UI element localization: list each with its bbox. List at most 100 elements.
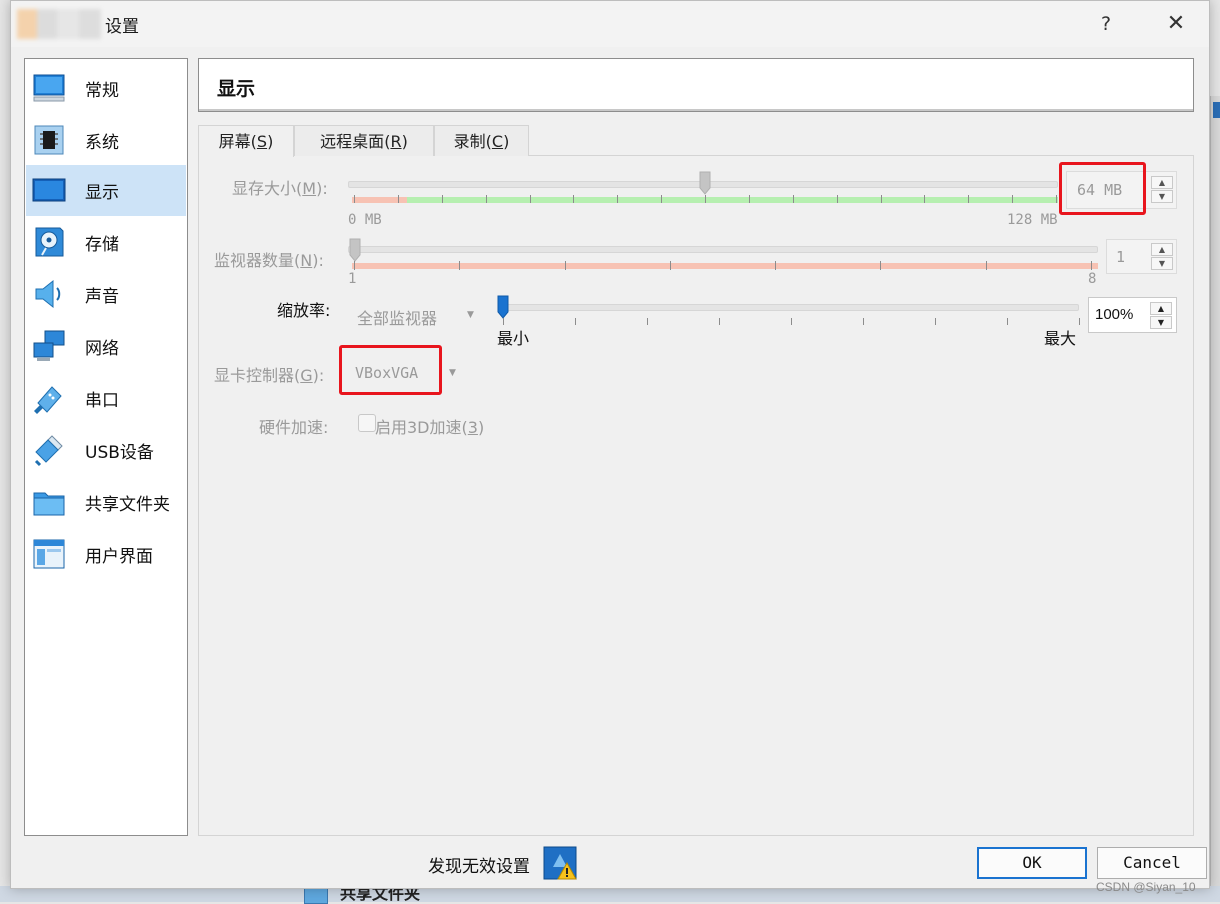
scale-decrement[interactable]: ▼: [1150, 316, 1172, 329]
slider-tick: [503, 318, 504, 325]
sidebar-item-label: 系统: [85, 133, 119, 153]
slider-tick: [1091, 261, 1092, 270]
tab-label: 屏幕: [218, 132, 251, 151]
help-button[interactable]: ?: [1091, 9, 1121, 39]
scale-value: 100%: [1095, 306, 1134, 323]
slider-tick: [669, 261, 671, 270]
tab-content: [198, 155, 1194, 836]
monitor-count-decrement[interactable]: ▼: [1151, 257, 1173, 270]
slider-tick: [573, 195, 575, 203]
slider-tick: [863, 318, 864, 325]
scale-spinbox[interactable]: 100% ▲ ▼: [1088, 297, 1177, 333]
close-icon: ✕: [1166, 11, 1186, 36]
slider-tick: [792, 195, 794, 203]
background-app-edge: [1210, 96, 1220, 886]
sidebar-item-system[interactable]: 系统: [26, 115, 186, 165]
slider-tick: [485, 195, 487, 203]
slider-tick: [968, 195, 970, 203]
enable-3d-label[interactable]: 启用3D加速(3): [375, 414, 484, 438]
disk-icon: [35, 227, 64, 257]
video-memory-label: 显存大小(M):: [232, 179, 328, 198]
monitor-count-min-label: 1: [348, 271, 357, 287]
slider-tick: [985, 261, 987, 270]
slider-tick: [836, 195, 838, 203]
monitor-count-label: 监视器数量(N):: [214, 251, 324, 270]
slider-tick: [1012, 195, 1014, 203]
monitor-count-spinbox[interactable]: 1 ▲ ▼: [1106, 239, 1177, 274]
cancel-button[interactable]: Cancel: [1097, 847, 1207, 879]
scale-label: 缩放率:: [277, 301, 331, 320]
chevron-down-icon: ▼: [1158, 192, 1166, 201]
scale-monitor-select-value: 全部监视器: [357, 309, 438, 328]
sidebar-item-audio[interactable]: 声音: [26, 269, 186, 319]
slider-tick: [791, 318, 792, 325]
sidebar-item-label: 共享文件夹: [85, 495, 170, 515]
sidebar-item-user-interface[interactable]: 用户界面: [26, 529, 186, 579]
sidebar-item-label: 存储: [85, 235, 119, 255]
tab-recording[interactable]: 录制(C): [434, 125, 529, 156]
slider-tick: [441, 195, 443, 203]
slider-tick: [880, 195, 882, 203]
video-memory-decrement[interactable]: ▼: [1151, 190, 1173, 203]
tab-remote-desktop[interactable]: 远程桌面(R): [294, 125, 434, 156]
slider-tick: [705, 195, 706, 203]
sidebar-item-storage[interactable]: 存储: [26, 217, 186, 267]
tab-label: 远程桌面: [320, 132, 385, 151]
sidebar-item-serial[interactable]: 串口: [26, 373, 186, 423]
scale-max-label: 最大: [1044, 329, 1077, 348]
scale-monitor-select[interactable]: 全部监视器 ▼: [349, 297, 479, 331]
video-memory-min-label: 0 MB: [348, 212, 382, 228]
slider-tick: [719, 318, 720, 325]
scale-slider[interactable]: [498, 304, 1079, 311]
monitor-count-slider[interactable]: [348, 246, 1098, 253]
chevron-up-icon: ▲: [1158, 178, 1166, 187]
watermark: CSDN @Siyan_10: [1096, 880, 1196, 894]
slider-tick: [575, 318, 576, 325]
tab-label: 录制: [453, 132, 486, 151]
slider-tick: [564, 261, 566, 270]
scale-increment[interactable]: ▲: [1150, 302, 1172, 315]
chevron-down-icon: ▼: [1158, 259, 1166, 268]
monitor-icon: [33, 74, 65, 102]
slider-tick: [1056, 195, 1057, 203]
slider-tick: [1007, 318, 1008, 325]
video-memory-max-label: 128 MB: [1007, 212, 1058, 228]
chevron-down-icon: ▼: [449, 368, 456, 378]
chevron-down-icon: ▼: [467, 310, 474, 320]
tab-shortcut: R: [390, 132, 402, 151]
slider-tick: [617, 195, 619, 203]
sidebar-item-label: 常规: [85, 81, 119, 101]
video-memory-slider-handle[interactable]: [699, 171, 711, 195]
slider-tick: [775, 261, 777, 270]
window-icon: [33, 539, 65, 569]
tab-screen[interactable]: 屏幕(S): [198, 125, 294, 157]
chevron-up-icon: ▲: [1158, 245, 1166, 254]
sidebar-item-general[interactable]: 常规: [26, 63, 186, 113]
highlight-box: [339, 345, 442, 395]
ok-button[interactable]: OK: [977, 847, 1087, 879]
slider-tick: [647, 318, 648, 325]
page-header: [198, 58, 1194, 112]
sidebar-item-display[interactable]: 显示: [26, 165, 186, 216]
monitor-count-slider-handle[interactable]: [349, 238, 361, 262]
video-memory-increment[interactable]: ▲: [1151, 176, 1173, 189]
sidebar-item-label: 网络: [85, 339, 119, 359]
display-icon: [32, 178, 66, 202]
sidebar-item-shared-folders[interactable]: 共享文件夹: [26, 477, 186, 527]
acceleration-label: 硬件加速:: [259, 418, 329, 437]
monitor-count-increment[interactable]: ▲: [1151, 243, 1173, 256]
enable-3d-checkbox[interactable]: [358, 414, 376, 432]
scale-min-label: 最小: [497, 329, 530, 348]
tab-shortcut: S: [256, 132, 268, 151]
serial-port-icon: [34, 386, 62, 414]
dialog-titlebar[interactable]: 设置 ? ✕: [11, 1, 1209, 47]
sidebar-item-network[interactable]: 网络: [26, 321, 186, 371]
monitor-count-value: 1: [1116, 248, 1126, 266]
close-button[interactable]: ✕: [1161, 9, 1191, 39]
warning-icon[interactable]: [543, 846, 577, 880]
video-memory-recommended-range: [407, 197, 1058, 203]
slider-tick: [924, 195, 926, 203]
sidebar-item-usb[interactable]: USB设备: [26, 425, 186, 475]
graphics-controller-label: 显卡控制器(G):: [214, 366, 325, 385]
scale-slider-handle[interactable]: [497, 295, 509, 319]
